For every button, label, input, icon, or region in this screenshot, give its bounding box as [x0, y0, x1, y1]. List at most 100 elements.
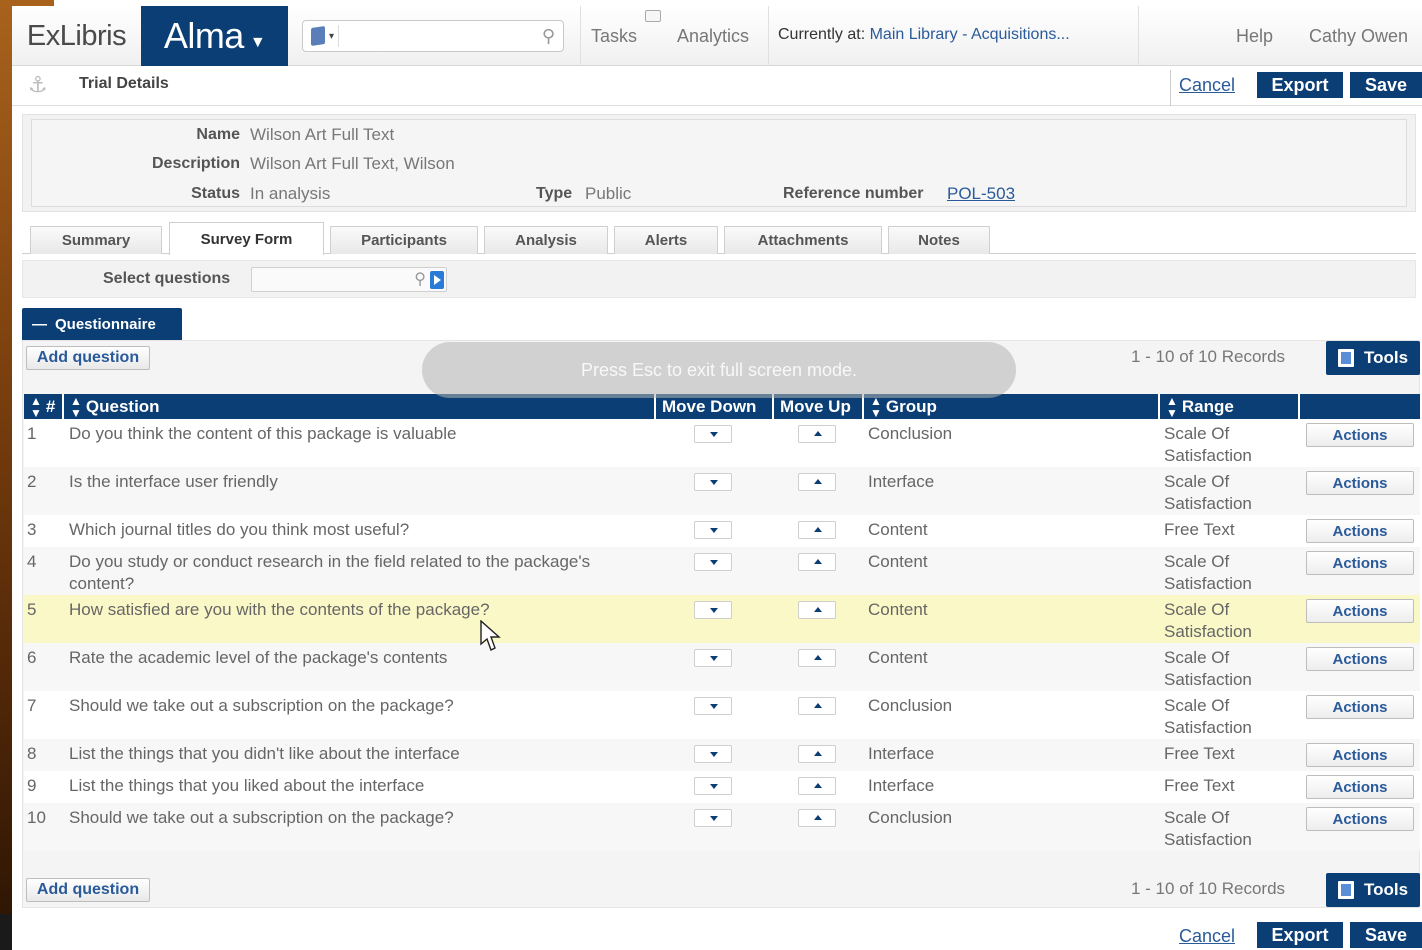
alma-menu[interactable]: Alma ▼: [141, 6, 288, 66]
tools-button-bottom[interactable]: Tools: [1326, 873, 1420, 907]
search-icon[interactable]: ⚲: [542, 26, 555, 47]
table-row[interactable]: 9 List the things that you liked about th…: [24, 771, 1420, 803]
range-value: Scale Of Satisfaction: [1164, 696, 1252, 737]
move-down-button[interactable]: [694, 473, 732, 491]
nav-analytics[interactable]: Analytics: [677, 26, 749, 47]
global-search: ▾ ⚲: [302, 20, 564, 52]
range-value: Free Text: [1164, 520, 1235, 539]
range-value: Scale Of Satisfaction: [1164, 552, 1252, 593]
add-question-button[interactable]: Add question: [26, 346, 150, 370]
question-text: List the things that you didn't like abo…: [69, 744, 460, 763]
tab-participants[interactable]: Participants: [330, 226, 478, 254]
table-row[interactable]: 7 Should we take out a subscription on th…: [24, 691, 1420, 739]
move-up-button[interactable]: [798, 649, 836, 667]
table-row[interactable]: 4 Do you study or conduct research in the…: [24, 547, 1420, 595]
move-up-button[interactable]: [798, 521, 836, 539]
move-up-button[interactable]: [798, 697, 836, 715]
select-questions-bar: Select questions ⚲: [22, 260, 1416, 298]
move-down-button[interactable]: [694, 521, 732, 539]
range-value: Free Text: [1164, 744, 1235, 763]
table-row[interactable]: 6 Rate the academic level of the package'…: [24, 643, 1420, 691]
table-row[interactable]: 5 How satisfied are you with the contents…: [24, 595, 1420, 643]
move-up-button[interactable]: [798, 745, 836, 763]
question-text: How satisfied are you with the contents …: [69, 600, 490, 619]
move-up-button[interactable]: [798, 777, 836, 795]
row-number: 6: [27, 648, 37, 667]
actions-button[interactable]: Actions: [1306, 599, 1414, 623]
move-down-button[interactable]: [694, 809, 732, 827]
row-number: 8: [27, 744, 37, 763]
move-down-button[interactable]: [694, 425, 732, 443]
group-value: Conclusion: [868, 696, 953, 715]
move-up-button[interactable]: [798, 809, 836, 827]
actions-button[interactable]: Actions: [1306, 807, 1414, 831]
export-button-bottom[interactable]: Export: [1257, 922, 1343, 948]
move-down-button[interactable]: [694, 553, 732, 571]
actions-button[interactable]: Actions: [1306, 743, 1414, 767]
move-down-button[interactable]: [694, 745, 732, 763]
table-row[interactable]: 2 Is the interface user friendly Interface…: [24, 467, 1420, 515]
tab-analysis[interactable]: Analysis: [484, 226, 608, 254]
actions-button[interactable]: Actions: [1306, 695, 1414, 719]
move-down-button[interactable]: [694, 777, 732, 795]
actions-button[interactable]: Actions: [1306, 423, 1414, 447]
save-button-bottom[interactable]: Save: [1350, 922, 1422, 948]
tab-survey-form[interactable]: Survey Form: [169, 222, 324, 255]
tools-button[interactable]: Tools: [1326, 341, 1420, 375]
row-number: 2: [27, 472, 37, 491]
export-button[interactable]: Export: [1257, 72, 1343, 98]
user-menu[interactable]: Cathy Owen: [1309, 26, 1408, 47]
search-type-icon[interactable]: [311, 26, 325, 46]
move-up-button[interactable]: [798, 473, 836, 491]
select-questions-input[interactable]: ⚲: [251, 267, 447, 292]
column-header-range[interactable]: ▲ ▼ Range: [1160, 394, 1300, 419]
cancel-button[interactable]: Cancel: [1179, 75, 1235, 96]
tab-attachments[interactable]: Attachments: [724, 226, 882, 254]
search-icon[interactable]: ⚲: [414, 269, 426, 289]
mouse-pointer-icon: [480, 620, 501, 651]
reference-number-link[interactable]: POL-503: [947, 184, 1015, 204]
table-row[interactable]: 1 Do you think the content of this packag…: [24, 419, 1420, 467]
tab-summary[interactable]: Summary: [30, 226, 162, 254]
move-up-button[interactable]: [798, 601, 836, 619]
questionnaire-section-toggle[interactable]: — Questionnaire: [22, 308, 182, 340]
search-input[interactable]: [343, 23, 542, 49]
tools-label: Tools: [1363, 880, 1409, 899]
go-arrow-icon[interactable]: [430, 271, 444, 289]
page-title-bar: ⚓ Trial Details Cancel Export Save: [12, 66, 1422, 106]
current-location-value: Main Library - Acquisitions...: [869, 26, 1070, 43]
tools-label: Tools: [1363, 348, 1409, 367]
actions-button[interactable]: Actions: [1306, 471, 1414, 495]
move-down-button[interactable]: [694, 649, 732, 667]
actions-button[interactable]: Actions: [1306, 647, 1414, 671]
tab-notes[interactable]: Notes: [888, 226, 990, 254]
help-link[interactable]: Help: [1236, 26, 1273, 47]
nav-tasks[interactable]: Tasks: [591, 26, 637, 47]
current-location[interactable]: Currently at: Main Library - Acquisition…: [778, 26, 1070, 44]
move-down-button[interactable]: [694, 697, 732, 715]
table-row[interactable]: 10 Should we take out a subscription on t…: [24, 803, 1420, 851]
actions-button[interactable]: Actions: [1306, 519, 1414, 543]
group-value: Conclusion: [868, 808, 953, 827]
table-row[interactable]: 3 Which journal titles do you think most …: [24, 515, 1420, 547]
move-up-button[interactable]: [798, 553, 836, 571]
save-button[interactable]: Save: [1350, 72, 1422, 98]
records-count: 1 - 10 of 10 Records: [1131, 347, 1286, 366]
description-value: Wilson Art Full Text, Wilson: [250, 154, 455, 173]
sort-icon: ▲ ▼: [30, 393, 42, 420]
page-title: Trial Details: [79, 75, 169, 92]
table-row[interactable]: 8 List the things that you didn't like ab…: [24, 739, 1420, 771]
move-up-button[interactable]: [798, 425, 836, 443]
question-text: Do you think the content of this package…: [69, 424, 457, 443]
group-value: Interface: [868, 744, 935, 763]
tab-alerts[interactable]: Alerts: [614, 226, 718, 254]
cancel-button-bottom[interactable]: Cancel: [1179, 926, 1235, 947]
add-question-button-bottom[interactable]: Add question: [26, 878, 150, 902]
exlibris-logo[interactable]: ExLibris: [12, 6, 141, 66]
actions-button[interactable]: Actions: [1306, 551, 1414, 575]
search-type-dropdown-icon[interactable]: ▾: [329, 31, 334, 42]
range-value: Scale Of Satisfaction: [1164, 648, 1252, 689]
column-header-number[interactable]: ▲ ▼ #: [24, 394, 64, 419]
move-down-button[interactable]: [694, 601, 732, 619]
actions-button[interactable]: Actions: [1306, 775, 1414, 799]
